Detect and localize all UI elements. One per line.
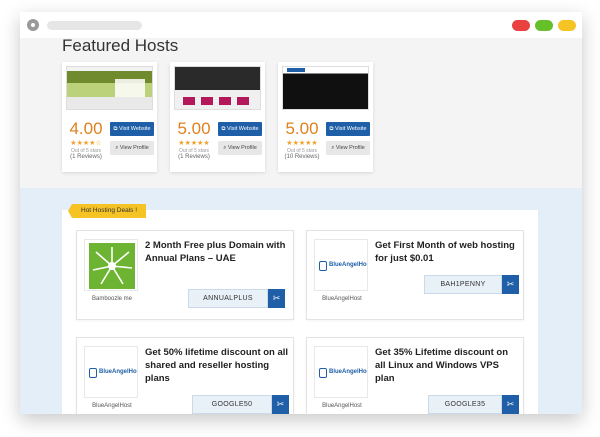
visit-website-button[interactable]: ⧉ Visit Website (218, 122, 262, 136)
blueangelhost-logo: BlueAngelHost (89, 366, 138, 380)
address-bar[interactable] (47, 21, 142, 30)
copy-code-button[interactable]: ✂ (502, 395, 519, 414)
host-logo[interactable]: BlueAngelHost (314, 346, 368, 398)
featured-hosts-title: Featured Hosts (62, 36, 179, 55)
browser-window: Featured Hosts 4.00 ★★★★☆ Out of 5 stars… (20, 12, 582, 414)
blueangel-mark-icon (319, 261, 327, 271)
host-card: 4.00 ★★★★☆ Out of 5 stars (1 Reviews) ⧉ … (62, 62, 157, 172)
rating-stars: ★★★★★ (286, 140, 318, 147)
blueangelhost-logo: BlueAngelHost (319, 259, 368, 273)
gear-icon[interactable] (27, 19, 39, 31)
deal-description: Get 35% Lifetime discount on all Linux a… (375, 347, 509, 384)
host-logo[interactable]: BlueAngelHost (314, 239, 368, 291)
host-logo[interactable]: BlueAngelHost (84, 346, 138, 398)
rating-stars: ★★★★☆ (70, 140, 102, 147)
hot-deals-ribbon: Hot Hosting Deals ! (68, 204, 146, 218)
host-card: 5.00 ★★★★★ Out of 5 stars (10 Reviews) ⧉… (278, 62, 373, 172)
host-card: 5.00 ★★★★★ Out of 5 stars (1 Reviews) ⧉ … (170, 62, 265, 172)
deal-card: BlueAngelHost BlueAngelHost Get 35% Life… (306, 337, 524, 414)
view-profile-button[interactable]: ⌕ View Profile (110, 141, 154, 155)
close-window-button[interactable] (512, 20, 530, 31)
deal-description: 2 Month Free plus Domain with Annual Pla… (145, 240, 286, 264)
coupon-code[interactable]: GOOGLE50 (192, 395, 272, 414)
scissors-icon: ✂ (276, 399, 285, 409)
coupon-code[interactable]: ANNUALPLUS (188, 289, 268, 308)
bamboozle-star-icon (89, 243, 135, 289)
host-name: BlueAngelHost (92, 403, 132, 409)
rating-score: 4.00 (69, 119, 103, 138)
copy-code-button[interactable]: ✂ (502, 275, 519, 294)
logo-text: BlueAngelHost (329, 369, 368, 375)
host-name: BlueAngelHost (322, 296, 362, 302)
scissors-icon: ✂ (506, 279, 515, 289)
deal-card: BlueAngelHost BlueAngelHost Get First Mo… (306, 230, 524, 320)
logo-text: BlueAngelHost (329, 262, 368, 268)
host-logo[interactable] (84, 239, 138, 291)
deal-card: BlueAngelHost BlueAngelHost Get 50% life… (76, 337, 294, 414)
copy-code-button[interactable]: ✂ (272, 395, 289, 414)
blueangelhost-logo: BlueAngelHost (319, 366, 368, 380)
blueangel-mark-icon (89, 368, 97, 378)
logo-text: BlueAngelHost (99, 369, 138, 375)
visit-website-button[interactable]: ⧉ Visit Website (110, 122, 154, 136)
scissors-icon: ✂ (506, 399, 515, 409)
host-screenshot[interactable] (282, 66, 369, 110)
host-screenshot[interactable] (66, 66, 153, 110)
browser-chrome (20, 12, 582, 38)
host-screenshot[interactable] (174, 66, 261, 110)
coupon-code[interactable]: GOOGLE35 (428, 395, 502, 414)
deal-description: Get First Month of web hosting for just … (375, 240, 515, 264)
rating-stars: ★★★★★ (178, 140, 210, 147)
host-name: Bamboozle me (91, 296, 133, 302)
review-count: (1 Reviews) (70, 154, 102, 160)
view-profile-button[interactable]: ⌕ View Profile (218, 141, 262, 155)
minimize-window-button[interactable] (558, 20, 576, 31)
copy-code-button[interactable]: ✂ (268, 289, 285, 308)
review-count: (1 Reviews) (178, 154, 210, 160)
visit-website-button[interactable]: ⧉ Visit Website (326, 122, 370, 136)
maximize-window-button[interactable] (535, 20, 553, 31)
view-profile-button[interactable]: ⌕ View Profile (326, 141, 370, 155)
blueangel-mark-icon (319, 368, 327, 378)
review-count: (10 Reviews) (284, 154, 320, 160)
rating-score: 5.00 (177, 119, 211, 138)
deal-card: Bamboozle me 2 Month Free plus Domain wi… (76, 230, 294, 320)
host-name: BlueAngelHost (322, 403, 362, 409)
scissors-icon: ✂ (272, 293, 281, 303)
coupon-code[interactable]: BAH1PENNY (424, 275, 502, 294)
rating-score: 5.00 (285, 119, 319, 138)
deal-description: Get 50% lifetime discount on all shared … (145, 347, 289, 384)
